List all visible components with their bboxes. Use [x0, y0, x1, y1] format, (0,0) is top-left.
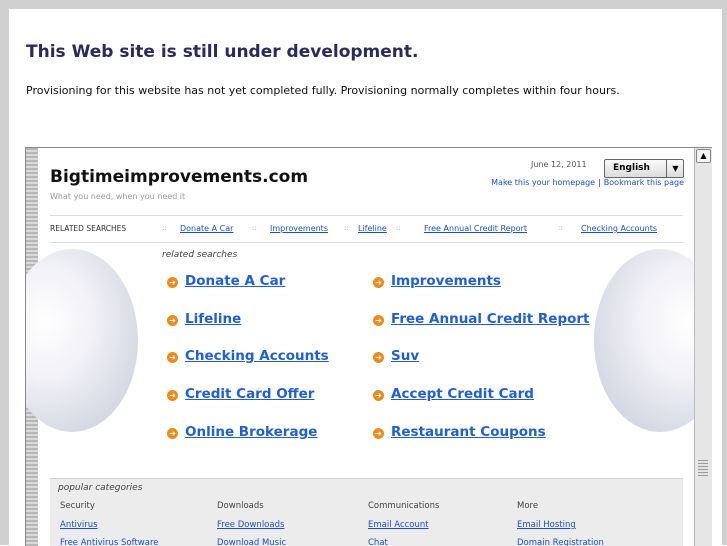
related-searches-bar: RELATED SEARCHES :: Donate A Car :: Impr… [50, 215, 683, 243]
category-title: Security [60, 501, 95, 511]
scrollbar-grip-icon[interactable] [698, 460, 708, 476]
arrow-bullet-icon: ➔ [373, 390, 384, 401]
related-link[interactable]: Online Brokerage [185, 424, 317, 440]
category-link[interactable]: Email Hosting [517, 520, 576, 530]
separator-icon: :: [396, 224, 401, 232]
arrow-bullet-icon: ➔ [373, 352, 384, 363]
related-searches-label: RELATED SEARCHES [50, 224, 127, 233]
related-searches-heading: related searches [162, 250, 238, 260]
related-bar-link[interactable]: Donate A Car [180, 224, 233, 233]
date-text: June 12, 2011 [531, 160, 587, 169]
arrow-bullet-icon: ➔ [167, 352, 178, 363]
category-title: More [517, 501, 539, 511]
related-bar-link[interactable]: Free Annual Credit Report [424, 224, 527, 233]
page-heading: This Web site is still under development… [26, 42, 419, 62]
popular-categories-panel: popular categories Security Antivirus Fr… [50, 478, 683, 546]
separator-icon: :: [252, 224, 257, 232]
arrow-bullet-icon: ➔ [167, 390, 178, 401]
related-link[interactable]: Improvements [391, 273, 501, 289]
related-bar-link[interactable]: Improvements [270, 224, 328, 233]
category-link[interactable]: Free Downloads [217, 520, 284, 530]
category-link[interactable]: Antivirus [60, 520, 98, 530]
link-divider: | [598, 178, 601, 187]
separator-icon: :: [558, 224, 563, 232]
category-title: Downloads [217, 501, 264, 511]
related-link[interactable]: Suv [391, 348, 419, 364]
left-decorative-sphere [26, 249, 138, 432]
parked-page-frame: Bigtimeimprovements.com What you need, w… [25, 147, 712, 546]
related-bar-link[interactable]: Checking Accounts [581, 224, 657, 233]
category-title: Communications [368, 501, 440, 511]
browser-right-border [722, 0, 727, 545]
popular-categories-heading: popular categories [58, 483, 143, 493]
arrow-bullet-icon: ➔ [373, 277, 384, 288]
browser-left-border [0, 0, 9, 545]
make-homepage-link[interactable]: Make this your homepage [491, 178, 595, 187]
related-link[interactable]: Checking Accounts [185, 348, 329, 364]
related-link[interactable]: Free Annual Credit Report [391, 311, 590, 327]
language-select[interactable]: English ▼ [604, 159, 684, 178]
related-link[interactable]: Credit Card Offer [185, 386, 314, 402]
arrow-bullet-icon: ➔ [167, 277, 178, 288]
related-link[interactable]: Accept Credit Card [391, 386, 534, 402]
related-link[interactable]: Lifeline [185, 311, 241, 327]
site-title: Bigtimeimprovements.com [50, 167, 309, 187]
arrow-bullet-icon: ➔ [167, 315, 178, 326]
browser-top-border [0, 0, 727, 9]
category-link[interactable]: Email Account [368, 520, 429, 530]
site-tagline: What you need, when you need it [50, 192, 186, 201]
bookmark-link[interactable]: Bookmark this page [604, 178, 684, 187]
arrow-bullet-icon: ➔ [373, 315, 384, 326]
language-value: English [613, 163, 650, 173]
scroll-up-icon[interactable]: ▲ [696, 149, 711, 163]
chevron-down-icon[interactable]: ▼ [666, 160, 684, 177]
separator-icon: :: [162, 224, 167, 232]
provisioning-message: Provisioning for this website has not ye… [26, 84, 620, 97]
arrow-bullet-icon: ➔ [373, 428, 384, 439]
related-link[interactable]: Restaurant Coupons [391, 424, 546, 440]
vertical-scrollbar[interactable] [694, 148, 712, 546]
arrow-bullet-icon: ➔ [167, 428, 178, 439]
related-bar-link[interactable]: Lifeline [358, 224, 387, 233]
related-link[interactable]: Donate A Car [185, 273, 285, 289]
separator-icon: :: [344, 224, 349, 232]
top-links: Make this your homepage | Bookmark this pa… [491, 178, 684, 187]
